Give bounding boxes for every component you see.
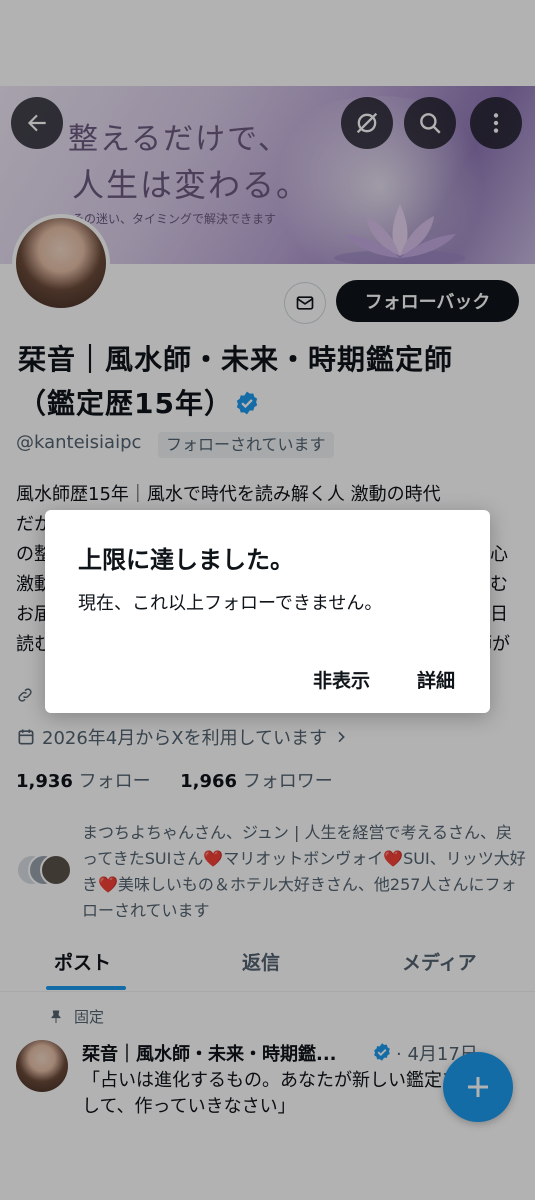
hide-button[interactable]: 非表示 [313, 666, 370, 693]
limit-reached-dialog: 上限に達しました。 現在、これ以上フォローできません。 非表示 詳細 [45, 510, 490, 713]
dialog-title: 上限に達しました。 [78, 546, 294, 574]
details-button[interactable]: 詳細 [417, 666, 455, 693]
dialog-message: 現在、これ以上フォローできません。 [78, 593, 383, 614]
